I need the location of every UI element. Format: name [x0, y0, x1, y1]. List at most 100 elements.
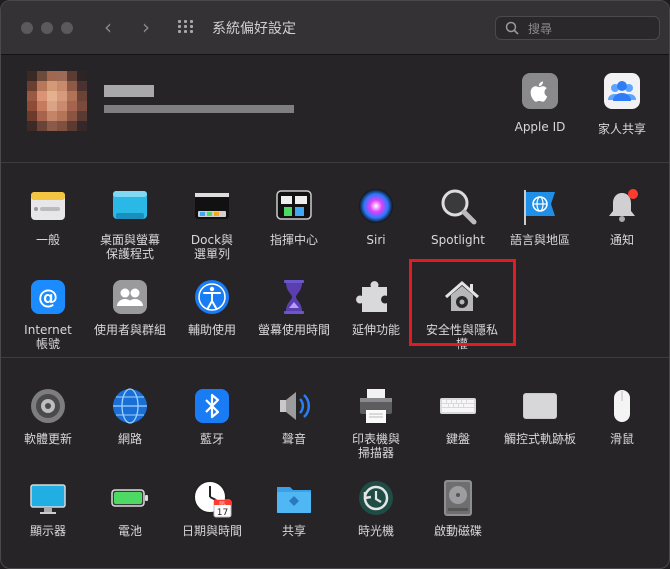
search-field[interactable]: 搜尋 — [495, 16, 660, 40]
pane-general-label: 一般 — [35, 233, 60, 247]
users-icon — [110, 277, 150, 317]
language-icon — [520, 187, 560, 227]
pane-accessibility[interactable]: 輔助使用 — [171, 277, 253, 337]
trackpad-icon — [520, 386, 560, 426]
pane-battery[interactable]: 電池 — [89, 478, 171, 538]
time-machine-icon — [356, 478, 396, 518]
pane-notifications-label: 通知 — [609, 233, 634, 247]
pane-network-label: 網路 — [117, 432, 142, 446]
software-update-icon — [28, 386, 68, 426]
pane-language-label: 語言與地區 — [509, 233, 570, 247]
pane-bluetooth[interactable]: 藍牙 — [171, 386, 253, 446]
pane-network[interactable]: 網路 — [89, 386, 171, 446]
accessibility-icon — [192, 277, 232, 317]
pane-sound[interactable]: 聲音 — [253, 386, 335, 446]
pane-sound-label: 聲音 — [281, 432, 306, 446]
toolbar: ‹ › 系統偏好設定 搜尋 — [1, 1, 669, 55]
svg-text:@: @ — [38, 285, 58, 309]
pane-siri[interactable]: Siri — [335, 187, 417, 247]
hardware-preferences-section: 軟體更新 網路 藍牙 聲音 印表機與 掃描器 鍵盤 觸控式軌跡板 滑鼠 顯示器 … — [1, 358, 669, 568]
pane-notifications[interactable]: 通知 — [581, 187, 663, 247]
pane-software-update-label: 軟體更新 — [23, 432, 72, 446]
search-icon — [505, 21, 519, 35]
pane-battery-label: 電池 — [117, 524, 142, 538]
dock-icon — [192, 187, 232, 227]
family-sharing-pane[interactable]: 家人共享 — [587, 73, 657, 137]
pane-spotlight-label: Spotlight — [431, 233, 485, 247]
pane-screen-time[interactable]: 螢幕使用時間 — [253, 277, 335, 337]
bluetooth-icon — [192, 386, 232, 426]
personal-preferences-section: 一般 桌面與螢幕 保護程式 Dock與 選單列 指揮中心 Siri Spotli… — [1, 163, 669, 358]
system-preferences-window: ‹ › 系統偏好設定 搜尋 Apple ID 家人共享 一般 桌面與螢幕 保護程… — [0, 0, 670, 569]
family-sharing-icon — [604, 73, 640, 109]
pane-extensions[interactable]: 延伸功能 — [335, 277, 417, 337]
apple-id-pane[interactable]: Apple ID — [505, 73, 575, 134]
spotlight-icon — [438, 187, 478, 227]
pane-bluetooth-label: 藍牙 — [199, 432, 224, 446]
sharing-icon — [274, 478, 314, 518]
pane-keyboard-label: 鍵盤 — [445, 432, 470, 446]
pane-date-time-label: 日期與時間 — [181, 524, 242, 538]
internet-accounts-icon: @ — [28, 277, 68, 317]
pane-mouse[interactable]: 滑鼠 — [581, 386, 663, 446]
pane-printers-label: 印表機與 掃描器 — [351, 432, 400, 460]
pane-spotlight[interactable]: Spotlight — [417, 187, 499, 247]
pane-displays[interactable]: 顯示器 — [7, 478, 89, 538]
desktop-icon — [110, 187, 150, 227]
pane-extensions-label: 延伸功能 — [351, 323, 400, 337]
pane-time-machine-label: 時光機 — [357, 524, 394, 538]
date-time-icon: JUL 17 — [192, 478, 232, 518]
pane-desktop-label: 桌面與螢幕 保護程式 — [99, 233, 160, 261]
search-placeholder: 搜尋 — [528, 22, 553, 36]
pane-keyboard[interactable]: 鍵盤 — [417, 386, 499, 446]
sound-icon — [274, 386, 314, 426]
pane-users-label: 使用者與群組 — [93, 323, 166, 337]
pane-sharing-label: 共享 — [281, 524, 306, 538]
pane-sharing[interactable]: 共享 — [253, 478, 335, 538]
back-icon[interactable]: ‹ — [104, 15, 112, 39]
extensions-icon — [356, 277, 396, 317]
pane-software-update[interactable]: 軟體更新 — [7, 386, 89, 446]
pane-accessibility-label: 輔助使用 — [187, 323, 236, 337]
apple-logo-icon — [522, 73, 558, 109]
pane-trackpad-label: 觸控式軌跡板 — [503, 432, 576, 446]
show-all-grid-icon[interactable] — [178, 20, 196, 34]
pane-users-groups[interactable]: 使用者與群組 — [89, 277, 171, 337]
screen-time-icon — [274, 277, 314, 317]
minimize-window-button[interactable] — [41, 22, 53, 34]
family-sharing-label: 家人共享 — [597, 122, 646, 136]
apple-id-label: Apple ID — [514, 120, 566, 134]
calendar-day-text: 17 — [217, 508, 228, 518]
pane-screen-time-label: 螢幕使用時間 — [257, 323, 330, 337]
siri-icon — [356, 187, 396, 227]
pane-trackpad[interactable]: 觸控式軌跡板 — [499, 386, 581, 446]
pane-displays-label: 顯示器 — [29, 524, 66, 538]
pane-time-machine[interactable]: 時光機 — [335, 478, 417, 538]
pane-mission-control-label: 指揮中心 — [269, 233, 318, 247]
printer-icon — [356, 386, 396, 426]
zoom-window-button[interactable] — [61, 22, 73, 34]
pane-startup-disk[interactable]: 啟動磁碟 — [417, 478, 499, 538]
pane-language-region[interactable]: 語言與地區 — [499, 187, 581, 247]
network-icon — [110, 386, 150, 426]
user-name — [104, 85, 154, 97]
pane-date-time[interactable]: JUL 17 日期與時間 — [171, 478, 253, 538]
account-section: Apple ID 家人共享 — [1, 55, 669, 163]
mouse-icon — [602, 386, 642, 426]
user-avatar[interactable] — [27, 71, 87, 135]
pane-startup-disk-label: 啟動磁碟 — [433, 524, 482, 538]
pane-dock-menubar[interactable]: Dock與 選單列 — [171, 187, 253, 261]
pane-dock-label: Dock與 選單列 — [190, 233, 234, 261]
pane-printers-scanners[interactable]: 印表機與 掃描器 — [335, 386, 417, 460]
pane-general[interactable]: 一般 — [7, 187, 89, 247]
pane-desktop-screensaver[interactable]: 桌面與螢幕 保護程式 — [89, 187, 171, 261]
forward-icon[interactable]: › — [142, 15, 150, 39]
window-title: 系統偏好設定 — [212, 21, 296, 37]
user-subtitle — [104, 105, 294, 113]
close-window-button[interactable] — [21, 22, 33, 34]
keyboard-icon — [438, 386, 478, 426]
battery-icon — [110, 478, 150, 518]
pane-mission-control[interactable]: 指揮中心 — [253, 187, 335, 247]
notifications-icon — [602, 187, 642, 227]
pane-internet-accounts[interactable]: @ Internet 帳號 — [7, 277, 89, 351]
